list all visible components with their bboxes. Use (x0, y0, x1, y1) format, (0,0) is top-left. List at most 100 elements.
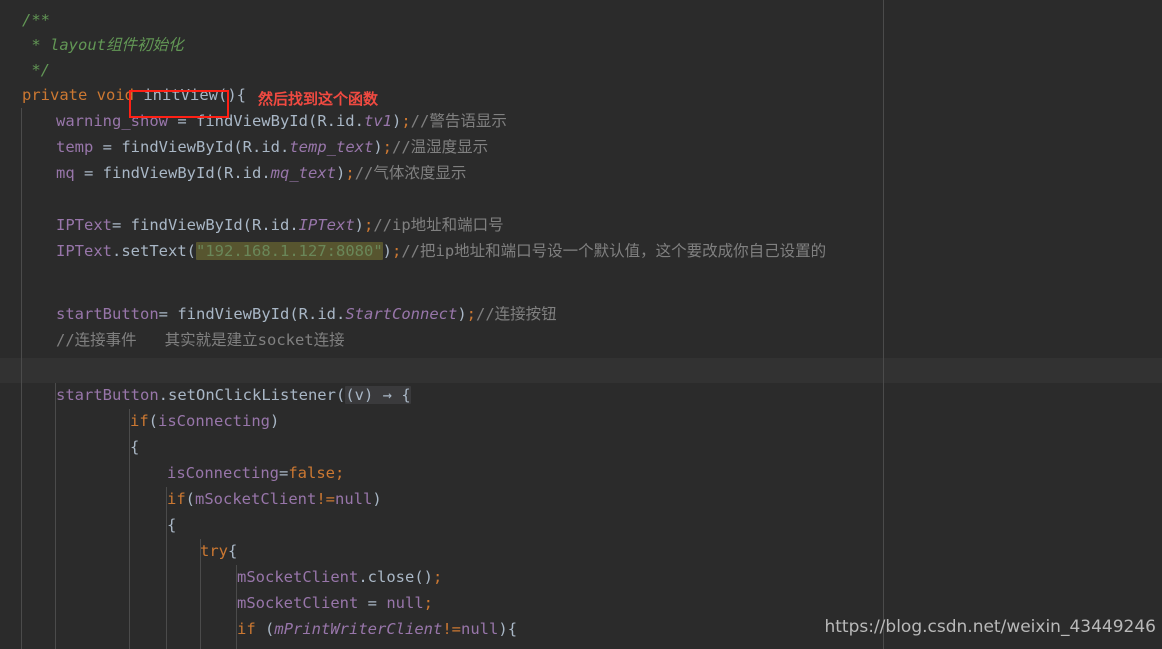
code-token: findViewById (102, 164, 215, 182)
code-line[interactable]: IPText= findViewById(R.id.IPText);//ip地址… (0, 213, 504, 238)
code-line[interactable]: if(isConnecting) (0, 409, 279, 434)
code-line[interactable]: IPText.setText("192.168.1.127:8080");//把… (0, 239, 826, 264)
code-token: findViewById (177, 305, 290, 323)
code-token: isConnecting (158, 412, 270, 430)
code-editor-viewport[interactable]: /** * layout组件初始化 */ private void initVie… (0, 0, 1162, 649)
code-token: ; (433, 568, 443, 586)
code-line[interactable] (0, 187, 56, 212)
code-token: //气体浓度显示 (354, 164, 467, 182)
code-token: = (167, 112, 196, 130)
code-token: if (237, 620, 256, 638)
code-line[interactable]: { (0, 435, 139, 460)
code-token: startButton (56, 386, 159, 404)
code-token: IPText (56, 242, 112, 260)
code-token: R.id. (224, 164, 271, 182)
code-token: != (316, 490, 336, 508)
code-line[interactable]: isConnecting=false; (0, 461, 344, 486)
code-token: R.id. (242, 138, 290, 156)
code-line[interactable]: mq = findViewById(R.id.mq_text);//气体浓度显示 (0, 161, 466, 186)
code-token: findViewById (121, 138, 234, 156)
code-token: mSocketClient (237, 568, 359, 586)
code-token: ) (336, 164, 346, 182)
code-token: ( (186, 242, 197, 260)
code-token: { (507, 620, 518, 638)
code-token: ( (265, 620, 275, 638)
code-token: close (367, 568, 415, 586)
code-token: ) (498, 620, 508, 638)
code-token: ; (423, 594, 433, 612)
code-token: ( (307, 112, 318, 130)
code-token: { (130, 438, 140, 456)
code-token: findViewById (195, 112, 308, 130)
code-line[interactable]: mSocketClient = null; (0, 591, 433, 616)
code-token: R.id. (298, 305, 346, 323)
code-token: temp_text (289, 138, 374, 156)
code-token: //连接事件 其实就是建立socket连接 (56, 331, 345, 349)
code-token: initView (143, 86, 218, 104)
code-token: . (358, 568, 368, 586)
annotation-note-text: 然后找到这个函数 (258, 90, 379, 108)
code-token: . (112, 242, 122, 260)
code-token: ; (466, 305, 476, 323)
code-line[interactable]: startButton= findViewById(R.id.StartConn… (0, 302, 557, 327)
code-token: ( (335, 386, 346, 404)
code-token: startButton (56, 305, 159, 323)
code-token: = (158, 305, 178, 323)
code-token: = (74, 164, 103, 182)
code-token: try (200, 542, 228, 560)
code-token: tv1 (363, 112, 392, 130)
code-token: temp (56, 138, 94, 156)
code-line[interactable]: temp = findViewById(R.id.temp_text);//温湿… (0, 135, 488, 160)
code-token: StartConnect (345, 305, 458, 323)
code-line[interactable]: mSocketClient.close(); (0, 565, 442, 590)
code-token: = (278, 464, 289, 482)
code-token: mSocketClient (237, 594, 359, 612)
code-token: ( (242, 216, 252, 234)
code-token: . (158, 386, 168, 404)
code-token: ( (148, 412, 159, 430)
code-line[interactable]: /** (0, 8, 50, 33)
code-text-layer[interactable]: /** * layout组件初始化 */ private void initVie… (0, 0, 1162, 649)
code-line[interactable] (0, 265, 56, 290)
code-token: //ip地址和端口号 (373, 216, 504, 234)
code-token: setText (121, 242, 187, 260)
code-token: () (217, 86, 237, 104)
code-line[interactable]: if(mSocketClient!=null) (0, 487, 382, 512)
code-line[interactable]: if (mPrintWriterClient!=null){ (0, 617, 517, 642)
code-token: false (288, 464, 335, 482)
code-token: != (442, 620, 462, 638)
code-line[interactable]: //连接事件 其实就是建立socket连接 (0, 328, 345, 353)
code-token: IPText (56, 216, 112, 234)
code-token: { (167, 516, 177, 534)
code-line[interactable]: private void initView(){ (0, 83, 246, 108)
code-line[interactable] (0, 354, 56, 379)
code-line[interactable]: startButton.setOnClickListener((v) → { (0, 383, 411, 408)
code-token: ) (373, 138, 383, 156)
code-token: //连接按钮 (476, 305, 557, 323)
code-token: ( (214, 164, 224, 182)
code-token: ( (289, 305, 299, 323)
code-token: R.id. (252, 216, 299, 234)
code-line[interactable]: */ (0, 58, 50, 83)
watermark-url: https://blog.csdn.net/weixin_43449246 (824, 617, 1156, 637)
code-token: ) (354, 216, 365, 234)
code-token: R.id. (317, 112, 364, 130)
code-token: "192.168.1.127:8080" (196, 242, 383, 260)
code-token: ; (392, 242, 402, 260)
code-token: null (335, 490, 373, 508)
code-token: private void (22, 86, 144, 104)
code-token: setOnClickListener (168, 386, 336, 404)
code-line[interactable]: { (0, 513, 176, 538)
code-token: findViewById (130, 216, 243, 234)
code-line[interactable]: try{ (0, 539, 237, 564)
code-token: isConnecting (167, 464, 279, 482)
code-token: { (228, 542, 238, 560)
code-token: ) (372, 490, 382, 508)
code-token: IPText (298, 216, 355, 234)
code-line[interactable]: warning_show = findViewById(R.id.tv1);//… (0, 109, 507, 134)
code-token: mq (56, 164, 75, 182)
code-token: null (461, 620, 499, 638)
code-token: mPrintWriterClient (274, 620, 443, 638)
code-line[interactable]: * layout组件初始化 (0, 33, 183, 58)
